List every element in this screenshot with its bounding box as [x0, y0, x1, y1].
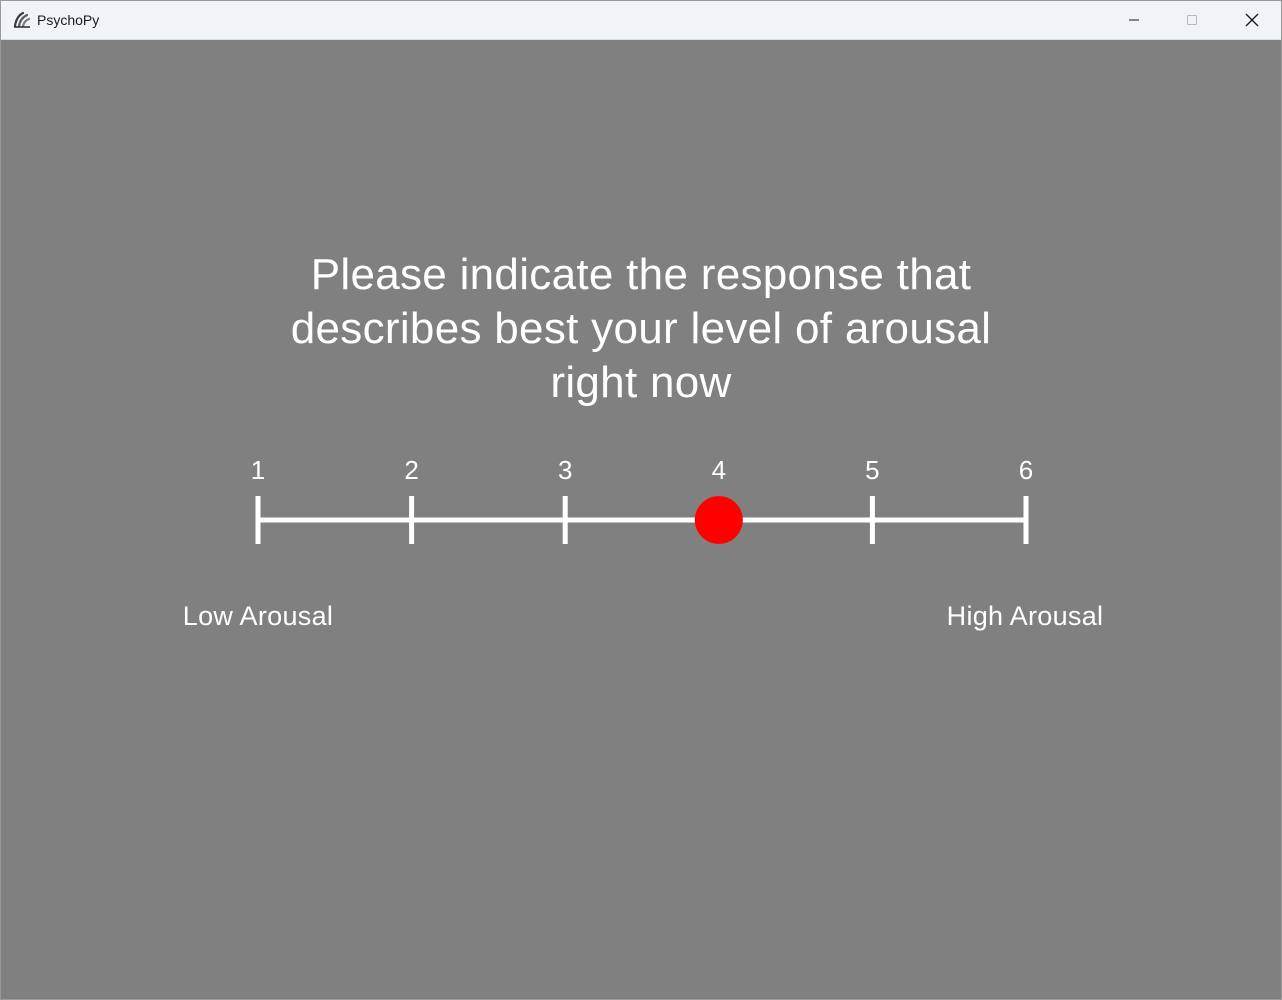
rating-scale[interactable]: 1 2 3 4 5 6 Low Arousal High Arousal [1, 40, 1281, 999]
minimize-button[interactable] [1105, 1, 1163, 39]
minimize-icon [1128, 14, 1140, 26]
tick-label-5: 5 [865, 455, 880, 485]
high-anchor-label: High Arousal [946, 601, 1104, 631]
selected-marker[interactable] [694, 496, 743, 544]
psychopy-window: PsychoPy Please indicate the response th… [0, 0, 1282, 1000]
close-icon [1245, 13, 1259, 27]
title-bar[interactable]: PsychoPy [1, 1, 1281, 40]
maximize-icon [1186, 14, 1198, 26]
psychopy-logo-icon [13, 11, 31, 29]
experiment-stage: Please indicate the response that descri… [1, 40, 1281, 999]
maximize-button[interactable] [1163, 1, 1221, 39]
close-button[interactable] [1223, 1, 1281, 39]
tick-label-4: 4 [711, 455, 727, 485]
tick-label-6: 6 [1018, 455, 1034, 485]
tick-label-3: 3 [557, 455, 573, 485]
low-anchor-label: Low Arousal [182, 601, 334, 631]
tick-label-1: 1 [250, 455, 266, 485]
window-title: PsychoPy [37, 12, 100, 28]
tick-label-2: 2 [404, 455, 419, 485]
rating-scale-graphic[interactable] [1, 40, 1281, 999]
